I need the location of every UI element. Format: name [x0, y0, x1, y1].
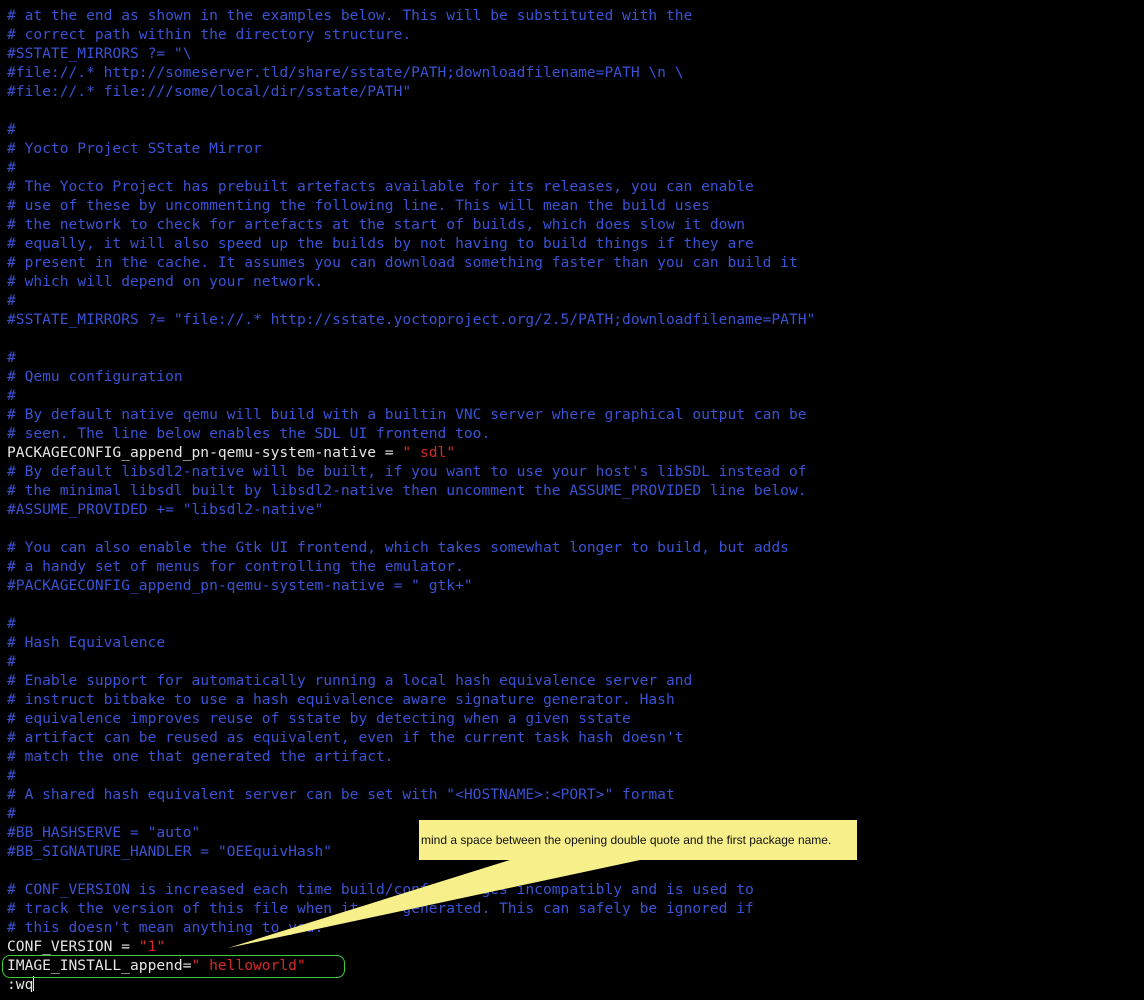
editor-line: # present in the cache. It assumes you c…: [7, 253, 815, 272]
editor-line: # CONF_VERSION is increased each time bu…: [7, 880, 815, 899]
editor-line: # track the version of this file when it…: [7, 899, 815, 918]
comment-text: # Hash Equivalence: [7, 634, 166, 651]
editor-line: # match the one that generated the artif…: [7, 747, 815, 766]
comment-text: #BB_SIGNATURE_HANDLER = "OEEquivHash": [7, 843, 333, 860]
comment-text: #file://.* http://someserver.tld/share/s…: [7, 64, 684, 81]
comment-text: #: [7, 349, 16, 366]
editor-line: #: [7, 158, 815, 177]
editor-line: #: [7, 652, 815, 671]
editor-line: # By default libsdl2-native will be buil…: [7, 462, 815, 481]
comment-text: #: [7, 767, 16, 784]
editor-line: #: [7, 766, 815, 785]
highlight-box: [2, 955, 345, 978]
comment-text: #: [7, 387, 16, 404]
editor-line: #: [7, 348, 815, 367]
comment-text: # Yocto Project SState Mirror: [7, 140, 262, 157]
editor-line: #: [7, 291, 815, 310]
editor-line: # Qemu configuration: [7, 367, 815, 386]
editor-line: # correct path within the directory stru…: [7, 25, 815, 44]
editor-line: PACKAGECONFIG_append_pn-qemu-system-nati…: [7, 443, 815, 462]
comment-text: #: [7, 121, 16, 138]
editor-line: # this doesn't mean anything to you.: [7, 918, 815, 937]
editor-line: # artifact can be reused as equivalent, …: [7, 728, 815, 747]
editor-line: # the network to check for artefacts at …: [7, 215, 815, 234]
editor-line: # instruct bitbake to use a hash equival…: [7, 690, 815, 709]
comment-text: # which will depend on your network.: [7, 273, 324, 290]
comment-text: #: [7, 805, 16, 822]
comment-text: #: [7, 653, 16, 670]
comment-text: # By default libsdl2-native will be buil…: [7, 463, 807, 480]
comment-text: # the minimal libsdl built by libsdl2-na…: [7, 482, 807, 499]
annotation-note: mind a space between the opening double …: [419, 820, 857, 860]
comment-text: #PACKAGECONFIG_append_pn-qemu-system-nat…: [7, 577, 473, 594]
editor-line: # which will depend on your network.: [7, 272, 815, 291]
comment-text: # a handy set of menus for controlling t…: [7, 558, 464, 575]
comment-text: # the network to check for artefacts at …: [7, 216, 746, 233]
editor-line: # a handy set of menus for controlling t…: [7, 557, 815, 576]
command-text: :wq: [7, 976, 34, 993]
comment-text: #BB_HASHSERVE = "auto": [7, 824, 201, 841]
editor-line: # By default native qemu will build with…: [7, 405, 815, 424]
comment-text: #: [7, 159, 16, 176]
comment-text: # artifact can be reused as equivalent, …: [7, 729, 684, 746]
comment-text: # use of these by uncommenting the follo…: [7, 197, 710, 214]
editor-line: #SSTATE_MIRRORS ?= "file://.* http://sst…: [7, 310, 815, 329]
editor-line: # Enable support for automatically runni…: [7, 671, 815, 690]
comment-text: # at the end as shown in the examples be…: [7, 7, 693, 24]
editor-line: #: [7, 614, 815, 633]
comment-text: # You can also enable the Gtk UI fronten…: [7, 539, 789, 556]
config-text: CONF_VERSION =: [7, 938, 139, 955]
comment-text: # A shared hash equivalent server can be…: [7, 786, 675, 803]
editor-line: CONF_VERSION = "1": [7, 937, 815, 956]
comment-text: # By default native qemu will build with…: [7, 406, 807, 423]
editor-line: # Yocto Project SState Mirror: [7, 139, 815, 158]
editor-line: # seen. The line below enables the SDL U…: [7, 424, 815, 443]
config-text: PACKAGECONFIG_append_pn-qemu-system-nati…: [7, 444, 403, 461]
string-literal: "1": [138, 938, 166, 955]
editor-line: # The Yocto Project has prebuilt artefac…: [7, 177, 815, 196]
editor-line: # use of these by uncommenting the follo…: [7, 196, 815, 215]
comment-text: # CONF_VERSION is increased each time bu…: [7, 881, 754, 898]
comment-text: # Enable support for automatically runni…: [7, 672, 693, 689]
editor-line: #SSTATE_MIRRORS ?= "\: [7, 44, 815, 63]
comment-text: # match the one that generated the artif…: [7, 748, 394, 765]
editor-line: #: [7, 386, 815, 405]
comment-text: # seen. The line below enables the SDL U…: [7, 425, 491, 442]
comment-text: # present in the cache. It assumes you c…: [7, 254, 798, 271]
editor-line: #file://.* http://someserver.tld/share/s…: [7, 63, 815, 82]
comment-text: # track the version of this file when it…: [7, 900, 754, 917]
text-cursor: [33, 976, 35, 991]
editor-line: # at the end as shown in the examples be…: [7, 6, 815, 25]
comment-text: #file://.* file:///some/local/dir/sstate…: [7, 83, 412, 100]
editor-line: #file://.* file:///some/local/dir/sstate…: [7, 82, 815, 101]
editor-line: #PACKAGECONFIG_append_pn-qemu-system-nat…: [7, 576, 815, 595]
comment-text: #ASSUME_PROVIDED += "libsdl2-native": [7, 501, 324, 518]
editor-line: # A shared hash equivalent server can be…: [7, 785, 815, 804]
editor-line: # equally, it will also speed up the bui…: [7, 234, 815, 253]
editor-line: # You can also enable the Gtk UI fronten…: [7, 538, 815, 557]
comment-text: # equivalence improves reuse of sstate b…: [7, 710, 631, 727]
comment-text: # equally, it will also speed up the bui…: [7, 235, 754, 252]
editor-line: # Hash Equivalence: [7, 633, 815, 652]
comment-text: #: [7, 292, 16, 309]
editor-line: # equivalence improves reuse of sstate b…: [7, 709, 815, 728]
string-literal: " sdl": [402, 444, 456, 461]
comment-text: # correct path within the directory stru…: [7, 26, 412, 43]
comment-text: # instruct bitbake to use a hash equival…: [7, 691, 675, 708]
comment-text: # The Yocto Project has prebuilt artefac…: [7, 178, 754, 195]
comment-text: #: [7, 615, 16, 632]
comment-text: # this doesn't mean anything to you.: [7, 919, 324, 936]
comment-text: #SSTATE_MIRRORS ?= "\: [7, 45, 192, 62]
editor-line: # the minimal libsdl built by libsdl2-na…: [7, 481, 815, 500]
comment-text: #SSTATE_MIRRORS ?= "file://.* http://sst…: [7, 311, 816, 328]
editor-line: #ASSUME_PROVIDED += "libsdl2-native": [7, 500, 815, 519]
comment-text: # Qemu configuration: [7, 368, 183, 385]
editor-line: #: [7, 120, 815, 139]
